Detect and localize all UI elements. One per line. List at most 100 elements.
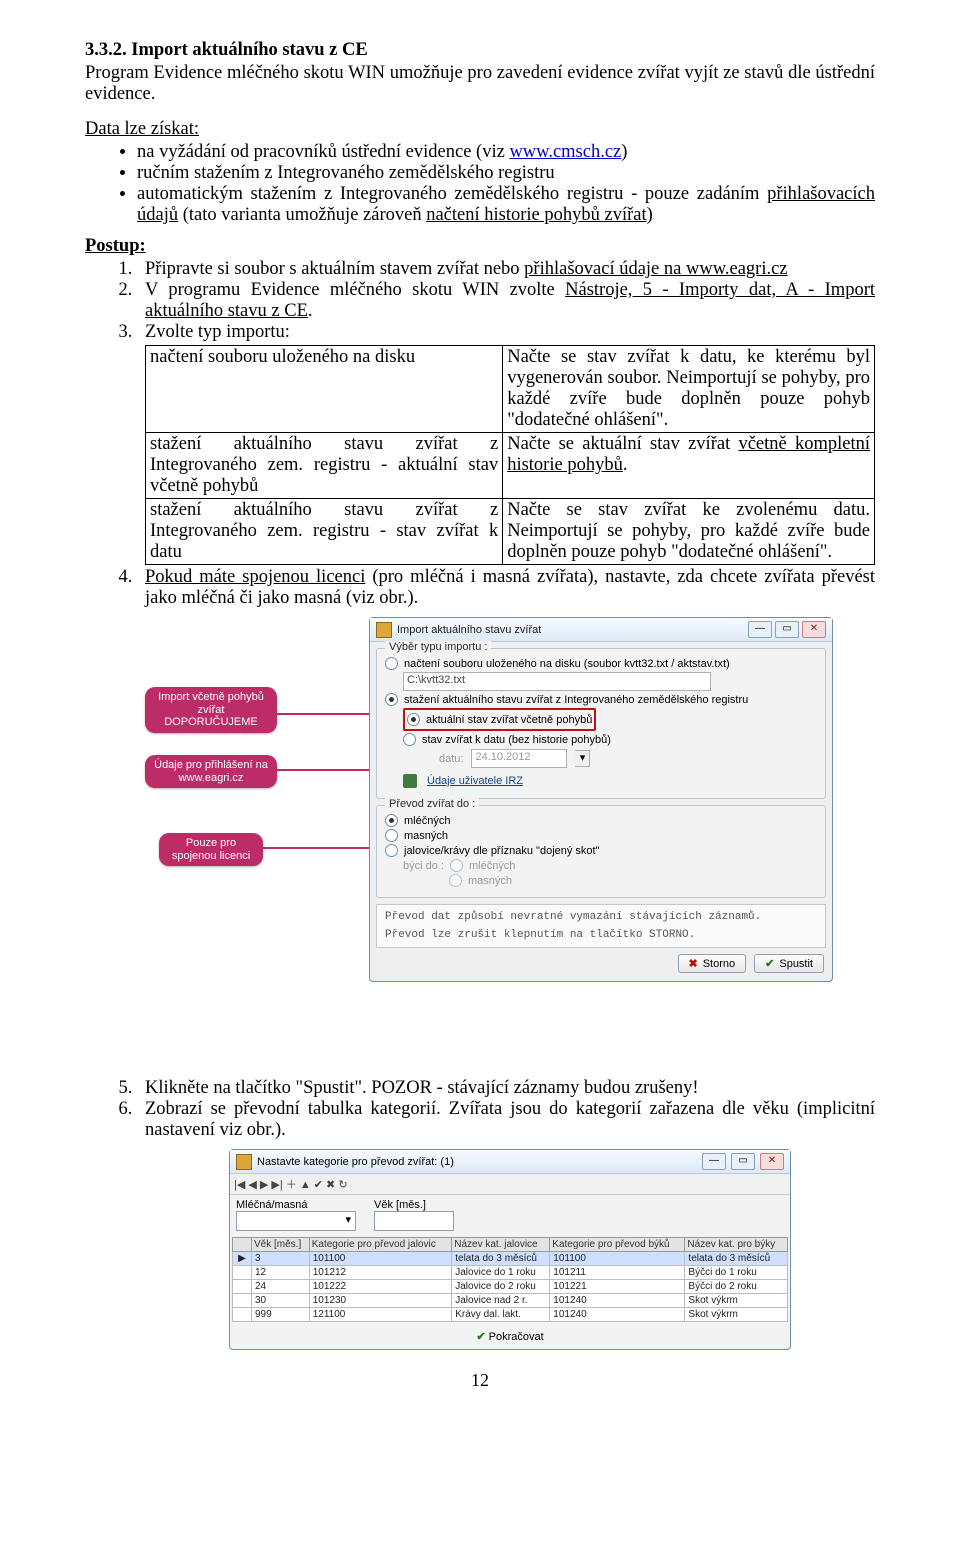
radio-izr[interactable]: [385, 693, 398, 706]
dialog2-title: Nastavte kategorie pro převod zvířat: (1…: [257, 1156, 697, 1168]
radio-jalovice[interactable]: [385, 844, 398, 857]
table-row[interactable]: 999 121100 Krávy dal. lakt. 101240 Skot …: [233, 1308, 788, 1322]
table-row[interactable]: 12 101212 Jalovice do 1 roku 101211 Býčc…: [233, 1266, 788, 1280]
radio-izr-kdatu-label: stav zvířat k datu (bez historie pohybů): [422, 734, 611, 746]
fieldset-prevod-legend: Převod zvířat do :: [385, 798, 479, 810]
cell: 101222: [309, 1280, 452, 1294]
ctrl-mlecna: Mléčná/masná ▾: [236, 1199, 356, 1231]
dialog-title: Import aktuálního stavu zvířat: [397, 624, 743, 636]
highlight-actual-row: aktuální stav zvířat včetně pohybů: [403, 708, 596, 731]
msg-line-2: Převod lze zrušit klepnutím na tlačítko …: [385, 929, 817, 941]
spustit-button[interactable]: ✔ Spustit: [754, 954, 824, 973]
radio-izr-kdatu-row[interactable]: stav zvířat k datu (bez historie pohybů): [403, 733, 817, 746]
dialog2-titlebar[interactable]: Nastavte kategorie pro převod zvířat: (1…: [230, 1150, 790, 1174]
irz-icon: [403, 774, 417, 788]
postup-list: Připravte si soubor s aktuálním stavem z…: [85, 259, 875, 1350]
radio-mlecnych[interactable]: [385, 814, 398, 827]
cell: 101221: [550, 1280, 685, 1294]
pokracovat-label: Pokračovat: [489, 1331, 544, 1343]
radio-byci-mlecnych-label: mléčných: [469, 860, 515, 872]
radio-masnych-label: masných: [404, 830, 448, 842]
radio-file[interactable]: [385, 657, 398, 670]
date-picker-button[interactable]: ▾: [575, 750, 590, 767]
step-4: Pokud máte spojenou licenci (pro mléčná …: [137, 567, 875, 1072]
close-button-2[interactable]: ✕: [760, 1153, 784, 1170]
bullet-1-pre: na vyžádání od pracovníků ústřední evide…: [137, 142, 509, 162]
close-button[interactable]: ✕: [802, 621, 826, 638]
date-input[interactable]: 24.10.2012: [471, 749, 567, 768]
table-r2c2: Načte se aktuální stav zvířat včetně kom…: [503, 433, 875, 499]
cell: 999: [252, 1308, 310, 1322]
step-1-pre: Připravte si soubor s aktuálním stavem z…: [145, 259, 524, 279]
table-r2c1: stažení aktuálního stavu zvířat z Integr…: [146, 433, 503, 499]
cell: Jalovice do 1 roku: [452, 1266, 550, 1280]
radio-izr-actual-row[interactable]: aktuální stav zvířat včetně pohybů: [407, 713, 592, 726]
maximize-button[interactable]: ▭: [775, 621, 799, 638]
th-0[interactable]: Věk [měs.]: [252, 1238, 310, 1252]
table-row[interactable]: ▶ 3 101100 telata do 3 měsíců 101100 tel…: [233, 1252, 788, 1266]
radio-izr-kdatu[interactable]: [403, 733, 416, 746]
dialog2-navbar[interactable]: |◀ ◀ ▶ ▶| ＋ ▲ ✔ ✖ ↻: [230, 1174, 790, 1195]
callout-2-text: Údaje pro přihlášení na www.eagri.cz: [154, 759, 268, 784]
link-cmsch[interactable]: www.cmsch.cz: [509, 142, 621, 162]
cell: 101230: [309, 1294, 452, 1308]
table-r1c2: Načte se stav zvířat k datu, ke kterému …: [503, 346, 875, 433]
th-2[interactable]: Název kat. jalovice: [452, 1238, 550, 1252]
step-2-post: .: [308, 301, 313, 321]
cell: Krávy dal. lakt.: [452, 1308, 550, 1322]
data-bullets: na vyžádání od pracovníků ústřední evide…: [85, 142, 875, 226]
dialog-titlebar[interactable]: Import aktuálního stavu zvířat — ▭ ✕: [370, 618, 832, 642]
radio-izr-actual-label: aktuální stav zvířat včetně pohybů: [426, 714, 592, 726]
th-4[interactable]: Název kat. pro býky: [685, 1238, 788, 1252]
select-mlecna[interactable]: ▾: [236, 1211, 356, 1231]
radio-masnych[interactable]: [385, 829, 398, 842]
table-r3c2: Načte se stav zvířat ke zvolenému datu. …: [503, 499, 875, 565]
cell: 101240: [550, 1294, 685, 1308]
ctrl-mlecna-label: Mléčná/masná: [236, 1199, 356, 1211]
maximize-button-2[interactable]: ▭: [731, 1153, 755, 1170]
step-2: V programu Evidence mléčného skotu WIN z…: [137, 280, 875, 322]
radio-izr-label: stažení aktuálního stavu zvířat z Integr…: [404, 694, 748, 706]
row-marker: ▶: [233, 1252, 252, 1266]
msg-line-1: Převod dat způsobí nevratné vymazání stá…: [385, 911, 817, 923]
step-6-text: Zobrazí se převodní tabulka kategorií. Z…: [145, 1099, 875, 1140]
step-4-u: Pokud máte spojenou licenci: [145, 567, 365, 587]
cell: telata do 3 měsíců: [685, 1252, 788, 1266]
check-icon: ✔: [765, 957, 774, 970]
radio-file-label: načtení souboru uloženého na disku (soub…: [404, 658, 730, 670]
dialog-import: Import aktuálního stavu zvířat — ▭ ✕ Výb…: [369, 617, 833, 982]
pokracovat-button[interactable]: ✔ Pokračovat: [476, 1330, 543, 1343]
table-row[interactable]: 24 101222 Jalovice do 2 roku 101221 Býčc…: [233, 1280, 788, 1294]
byci-label: býci do :: [403, 860, 444, 872]
radio-byci-masnych: [449, 874, 462, 887]
radio-izr-row[interactable]: stažení aktuálního stavu zvířat z Integr…: [385, 693, 817, 706]
th-3[interactable]: Kategorie pro převod býků: [550, 1238, 685, 1252]
irz-link-row[interactable]: Údaje uživatele IRZ: [403, 774, 817, 788]
input-vek[interactable]: [374, 1211, 454, 1231]
th-1[interactable]: Kategorie pro převod jalovic: [309, 1238, 452, 1252]
radio-izr-actual[interactable]: [407, 713, 420, 726]
bullet-2: ručním stažením z Integrovaného zeměděls…: [137, 163, 875, 184]
path-input[interactable]: C:\kvtt32.txt: [403, 672, 711, 691]
step-1: Připravte si soubor s aktuálním stavem z…: [137, 259, 875, 280]
irz-link[interactable]: Údaje uživatele IRZ: [427, 775, 523, 787]
step-1-u: přihlašovací údaje na www.eagri.cz: [524, 259, 787, 279]
bullet-1: na vyžádání od pracovníků ústřední evide…: [137, 142, 875, 163]
radio-byci-masnych-label: masných: [468, 875, 512, 887]
window-icon: [376, 622, 392, 638]
storno-label: Storno: [703, 958, 735, 970]
storno-button[interactable]: ✖ Storno: [678, 954, 747, 973]
radio-mlecnych-row[interactable]: mléčných: [385, 814, 817, 827]
minimize-button-2[interactable]: —: [702, 1153, 726, 1170]
cell: 12: [252, 1266, 310, 1280]
radio-masnych-row[interactable]: masných: [385, 829, 817, 842]
radio-jalovice-row[interactable]: jalovice/krávy dle příznaku "dojený skot…: [385, 844, 817, 857]
postup-label: Postup:: [85, 236, 875, 257]
radio-file-row[interactable]: načtení souboru uloženého na disku (soub…: [385, 657, 817, 670]
table-row[interactable]: 30 101230 Jalovice nad 2 r. 101240 Skot …: [233, 1294, 788, 1308]
minimize-button[interactable]: —: [748, 621, 772, 638]
cell: Skot výkrm: [685, 1308, 788, 1322]
callout-3-text: Pouze pro spojenou licenci: [172, 837, 250, 862]
x-icon: ✖: [689, 957, 698, 970]
bullet-3-u2: načtení historie pohybů zvířat: [426, 205, 646, 225]
